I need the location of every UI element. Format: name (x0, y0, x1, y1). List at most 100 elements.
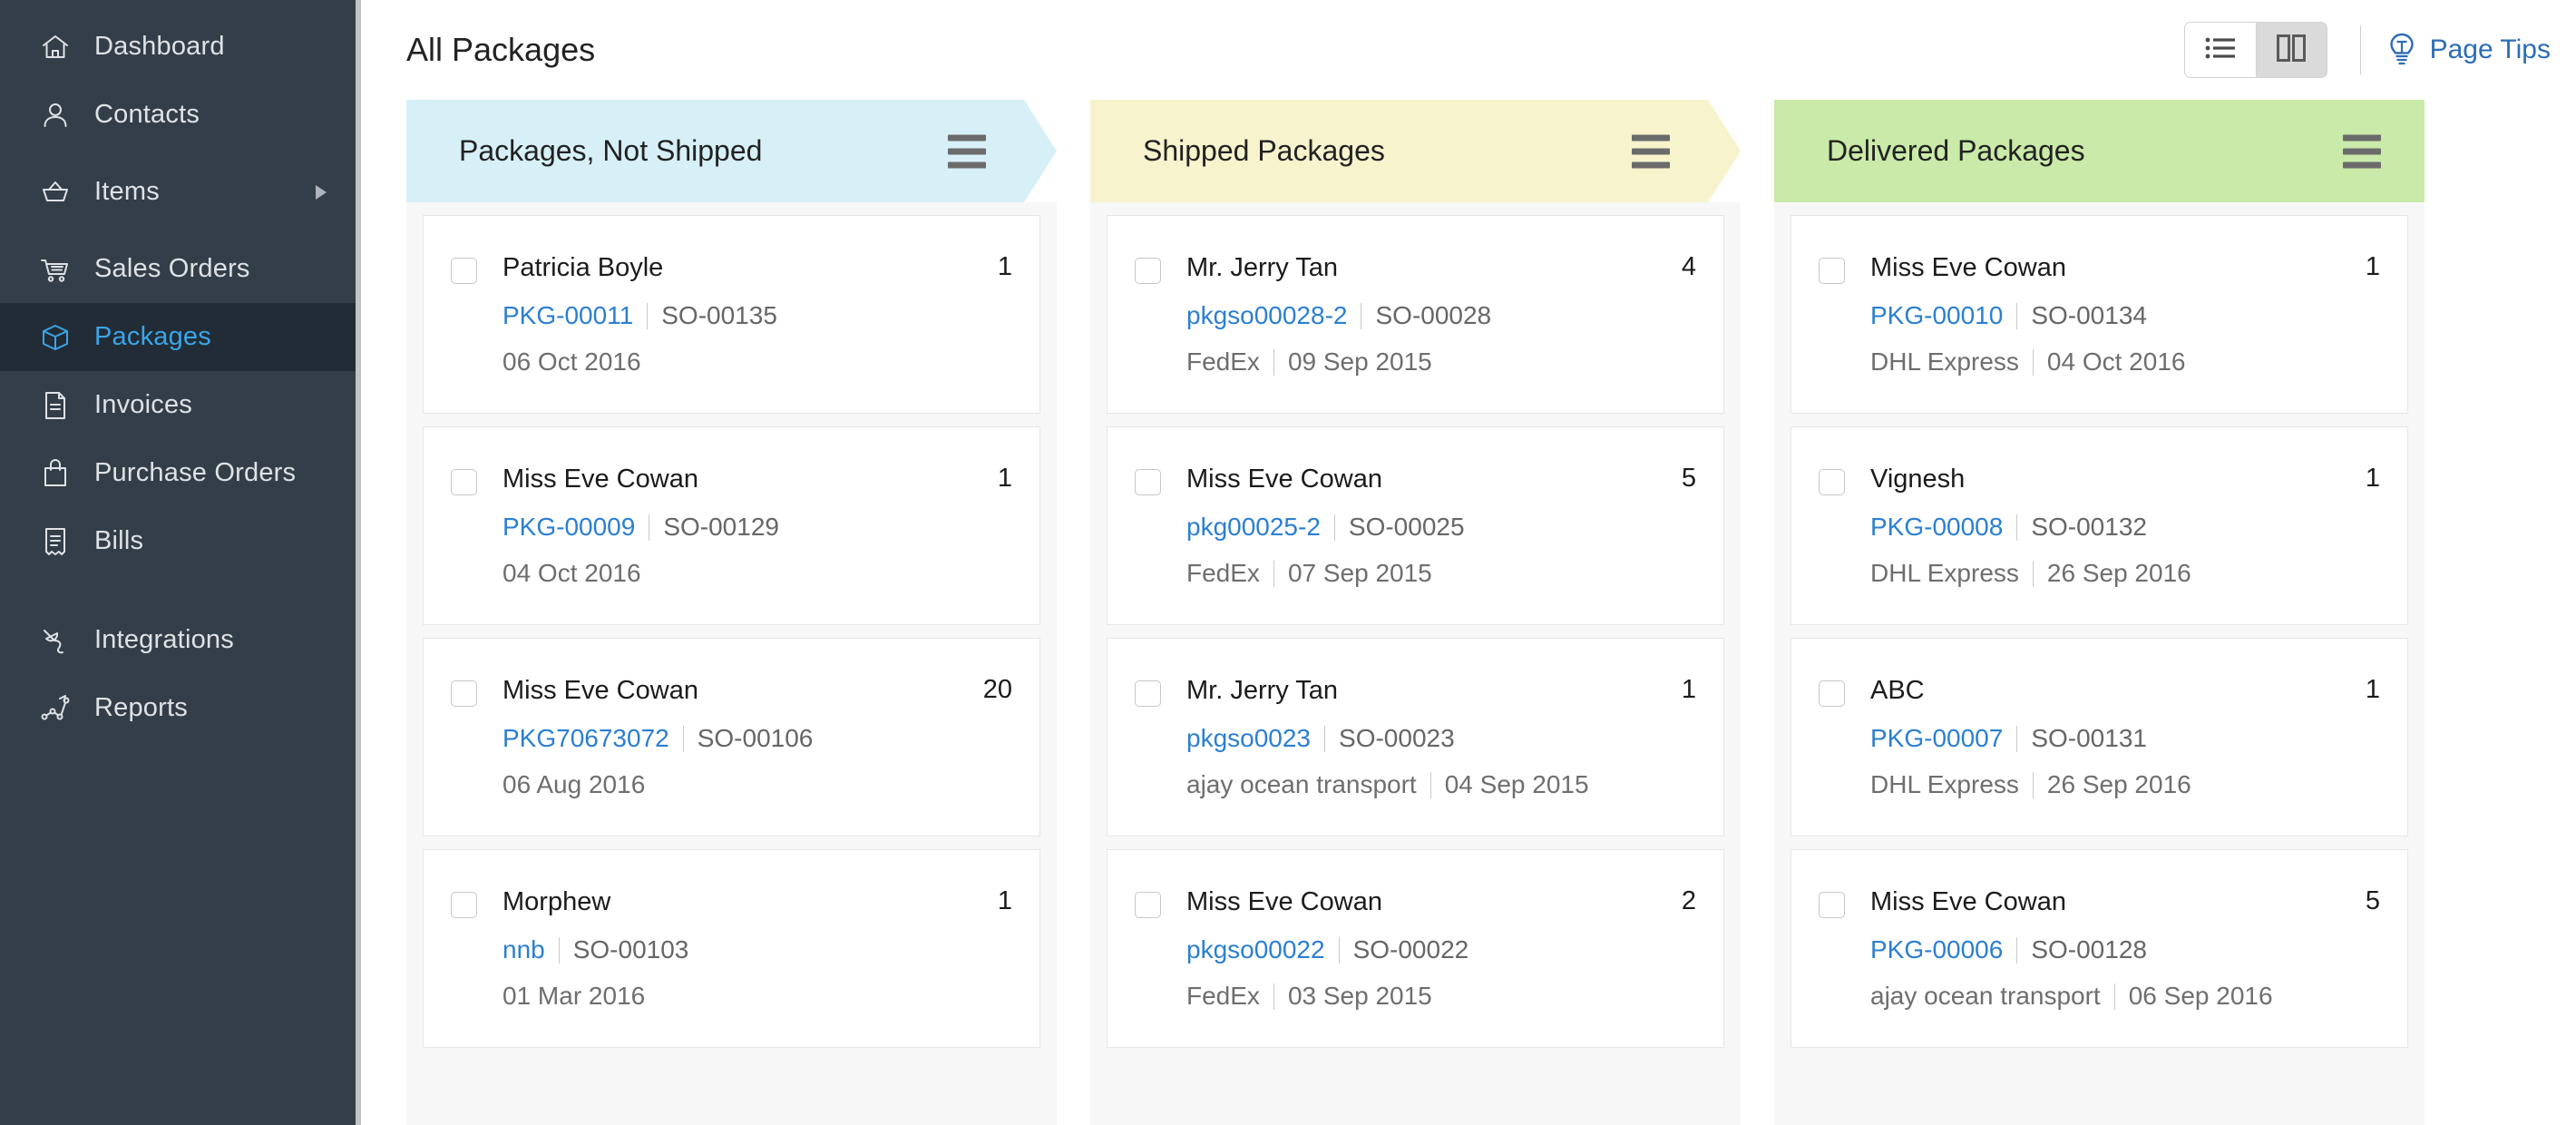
kanban-view-button[interactable] (2256, 23, 2327, 77)
package-card[interactable]: Vignesh1PKG-00008SO-00132DHL Express26 S… (1791, 426, 2408, 625)
invoice-icon (38, 388, 73, 423)
package-link[interactable]: PKG-00009 (503, 513, 635, 542)
package-reference-row: PKG-00007SO-00131 (1870, 724, 2380, 753)
hamburger-icon[interactable] (1632, 134, 1670, 168)
sidebar-item-bills[interactable]: Bills (0, 507, 361, 575)
card-checkbox[interactable] (451, 469, 477, 495)
kanban-column: Delivered PackagesMiss Eve Cowan1PKG-000… (1774, 100, 2425, 1125)
card-checkbox[interactable] (1135, 258, 1161, 284)
sidebar-gap (0, 149, 361, 158)
quantity-value: 1 (2366, 464, 2380, 494)
package-reference-row: pkgso00022SO-00022 (1186, 935, 1696, 964)
chart-icon (38, 691, 73, 726)
page-tips-button[interactable]: Page Tips (2388, 33, 2551, 67)
sidebar-item-label: Reports (94, 693, 188, 723)
package-reference-row: PKG70673072 SO-00106 (503, 724, 1012, 753)
quantity-value: 5 (2366, 886, 2380, 916)
package-date: 06 Sep 2016 (2129, 982, 2273, 1011)
sidebar-item-contacts[interactable]: Contacts (0, 81, 361, 149)
shipping-info-row: DHL Express26 Sep 2016 (1870, 559, 2380, 588)
package-link[interactable]: nnb (503, 935, 545, 964)
field-separator (1334, 514, 1335, 541)
package-card[interactable]: Miss Eve Cowan1PKG-00010SO-00134DHL Expr… (1791, 215, 2408, 414)
sales-order-number: SO-00135 (661, 301, 777, 330)
shipping-info-row: 04 Oct 2016 (503, 559, 1012, 588)
sidebar-item-dashboard[interactable]: Dashboard (0, 13, 361, 81)
field-separator (2114, 983, 2115, 1010)
package-card[interactable]: Mr. Jerry Tan4pkgso00028-2SO-00028FedEx0… (1107, 215, 1724, 414)
package-link[interactable]: pkgso0023 (1186, 724, 1311, 753)
page-tips-label: Page Tips (2430, 34, 2551, 65)
sidebar-item-packages[interactable]: Packages (0, 303, 361, 371)
package-card[interactable]: Miss Eve Cowan20PKG70673072SO-0010606 Au… (423, 638, 1040, 836)
package-card[interactable]: Mr. Jerry Tan1pkgso0023SO-00023ajay ocea… (1107, 638, 1724, 836)
shipping-info-row: DHL Express04 Oct 2016 (1870, 347, 2380, 377)
card-checkbox[interactable] (451, 680, 477, 707)
card-checkbox[interactable] (1135, 680, 1161, 707)
carrier-name: DHL Express (1870, 559, 2019, 588)
package-link[interactable]: PKG-00010 (1870, 301, 2003, 330)
card-checkbox[interactable] (1819, 469, 1845, 495)
customer-name: Mr. Jerry Tan (1186, 675, 1667, 707)
card-checkbox[interactable] (1819, 680, 1845, 707)
package-card[interactable]: Miss Eve Cowan1PKG-00009SO-0012904 Oct 2… (423, 426, 1040, 625)
package-reference-row: pkg00025-2SO-00025 (1186, 513, 1696, 542)
sidebar-item-integrations[interactable]: Integrations (0, 606, 361, 674)
package-card[interactable]: Miss Eve Cowan2pkgso00022SO-00022FedEx03… (1107, 849, 1724, 1048)
quantity-value: 1 (998, 252, 1012, 282)
sidebar-item-purchase-orders[interactable]: Purchase Orders (0, 439, 361, 507)
kanban-column: Packages, Not ShippedPatricia Boyle1PKG-… (406, 100, 1057, 1125)
card-top-row: Miss Eve Cowan 5 (1819, 886, 2380, 918)
customer-name: Miss Eve Cowan (1186, 886, 1667, 918)
carrier-name: FedEx (1186, 559, 1260, 588)
card-details: PKG70673072SO-0010606 Aug 2016 (503, 724, 1012, 799)
package-card[interactable]: Patricia Boyle1PKG-00011SO-0013506 Oct 2… (423, 215, 1040, 414)
sidebar-item-reports[interactable]: Reports (0, 674, 361, 742)
customer-name: Mr. Jerry Tan (1186, 252, 1667, 284)
package-link[interactable]: PKG-00006 (1870, 935, 2003, 964)
sales-order-number: SO-00106 (698, 724, 814, 753)
package-link[interactable]: PKG-00008 (1870, 513, 2003, 542)
hamburger-icon[interactable] (2343, 134, 2381, 168)
sidebar-item-label: Purchase Orders (94, 458, 296, 488)
sidebar-scrollbar[interactable] (356, 0, 361, 1125)
package-date: 06 Oct 2016 (503, 347, 641, 377)
package-date: 04 Sep 2015 (1445, 770, 1589, 799)
chevron-right-icon[interactable] (316, 185, 327, 200)
quantity-value: 20 (983, 675, 1012, 705)
package-link[interactable]: pkg00025-2 (1186, 513, 1321, 542)
card-checkbox[interactable] (1819, 258, 1845, 284)
package-card[interactable]: ABC1PKG-00007SO-00131DHL Express26 Sep 2… (1791, 638, 2408, 836)
card-details: PKG-00006SO-00128ajay ocean transport06 … (1870, 935, 2380, 1011)
package-link[interactable]: PKG70673072 (503, 724, 669, 753)
carrier-name: ajay ocean transport (1186, 770, 1417, 799)
package-link[interactable]: pkgso00022 (1186, 935, 1325, 964)
field-separator (1324, 726, 1325, 752)
package-link[interactable]: PKG-00011 (503, 301, 633, 330)
sidebar-item-invoices[interactable]: Invoices (0, 371, 361, 439)
sidebar-item-items[interactable]: Items (0, 158, 361, 226)
view-toggle[interactable] (2184, 22, 2327, 78)
card-top-row: Vignesh1 (1819, 464, 2380, 495)
package-link[interactable]: PKG-00007 (1870, 724, 2003, 753)
package-reference-row: PKG-00010SO-00134 (1870, 301, 2380, 330)
customer-name: Miss Eve Cowan (503, 675, 969, 707)
column-header: Packages, Not Shipped (406, 100, 1057, 202)
quantity-value: 1 (998, 886, 1012, 916)
card-checkbox[interactable] (1135, 469, 1161, 495)
hamburger-icon[interactable] (948, 134, 986, 168)
package-link[interactable]: pkgso00028-2 (1186, 301, 1347, 330)
card-checkbox[interactable] (1135, 892, 1161, 918)
card-checkbox[interactable] (451, 258, 477, 284)
list-view-button[interactable] (2185, 23, 2256, 77)
home-icon (38, 30, 73, 64)
card-checkbox[interactable] (451, 892, 477, 918)
customer-name: Miss Eve Cowan (1870, 886, 2351, 918)
card-checkbox[interactable] (1819, 892, 1845, 918)
package-card[interactable]: Morphew1nnbSO-0010301 Mar 2016 (423, 849, 1040, 1048)
column-header: Shipped Packages (1090, 100, 1741, 202)
sidebar-item-sales-orders[interactable]: Sales Orders (0, 235, 361, 303)
topbar: All Packages (361, 0, 2576, 100)
package-card[interactable]: Miss Eve Cowan 5 PKG-00006SO-00128ajay oce… (1791, 849, 2408, 1048)
package-card[interactable]: Miss Eve Cowan5pkg00025-2SO-00025FedEx07… (1107, 426, 1724, 625)
